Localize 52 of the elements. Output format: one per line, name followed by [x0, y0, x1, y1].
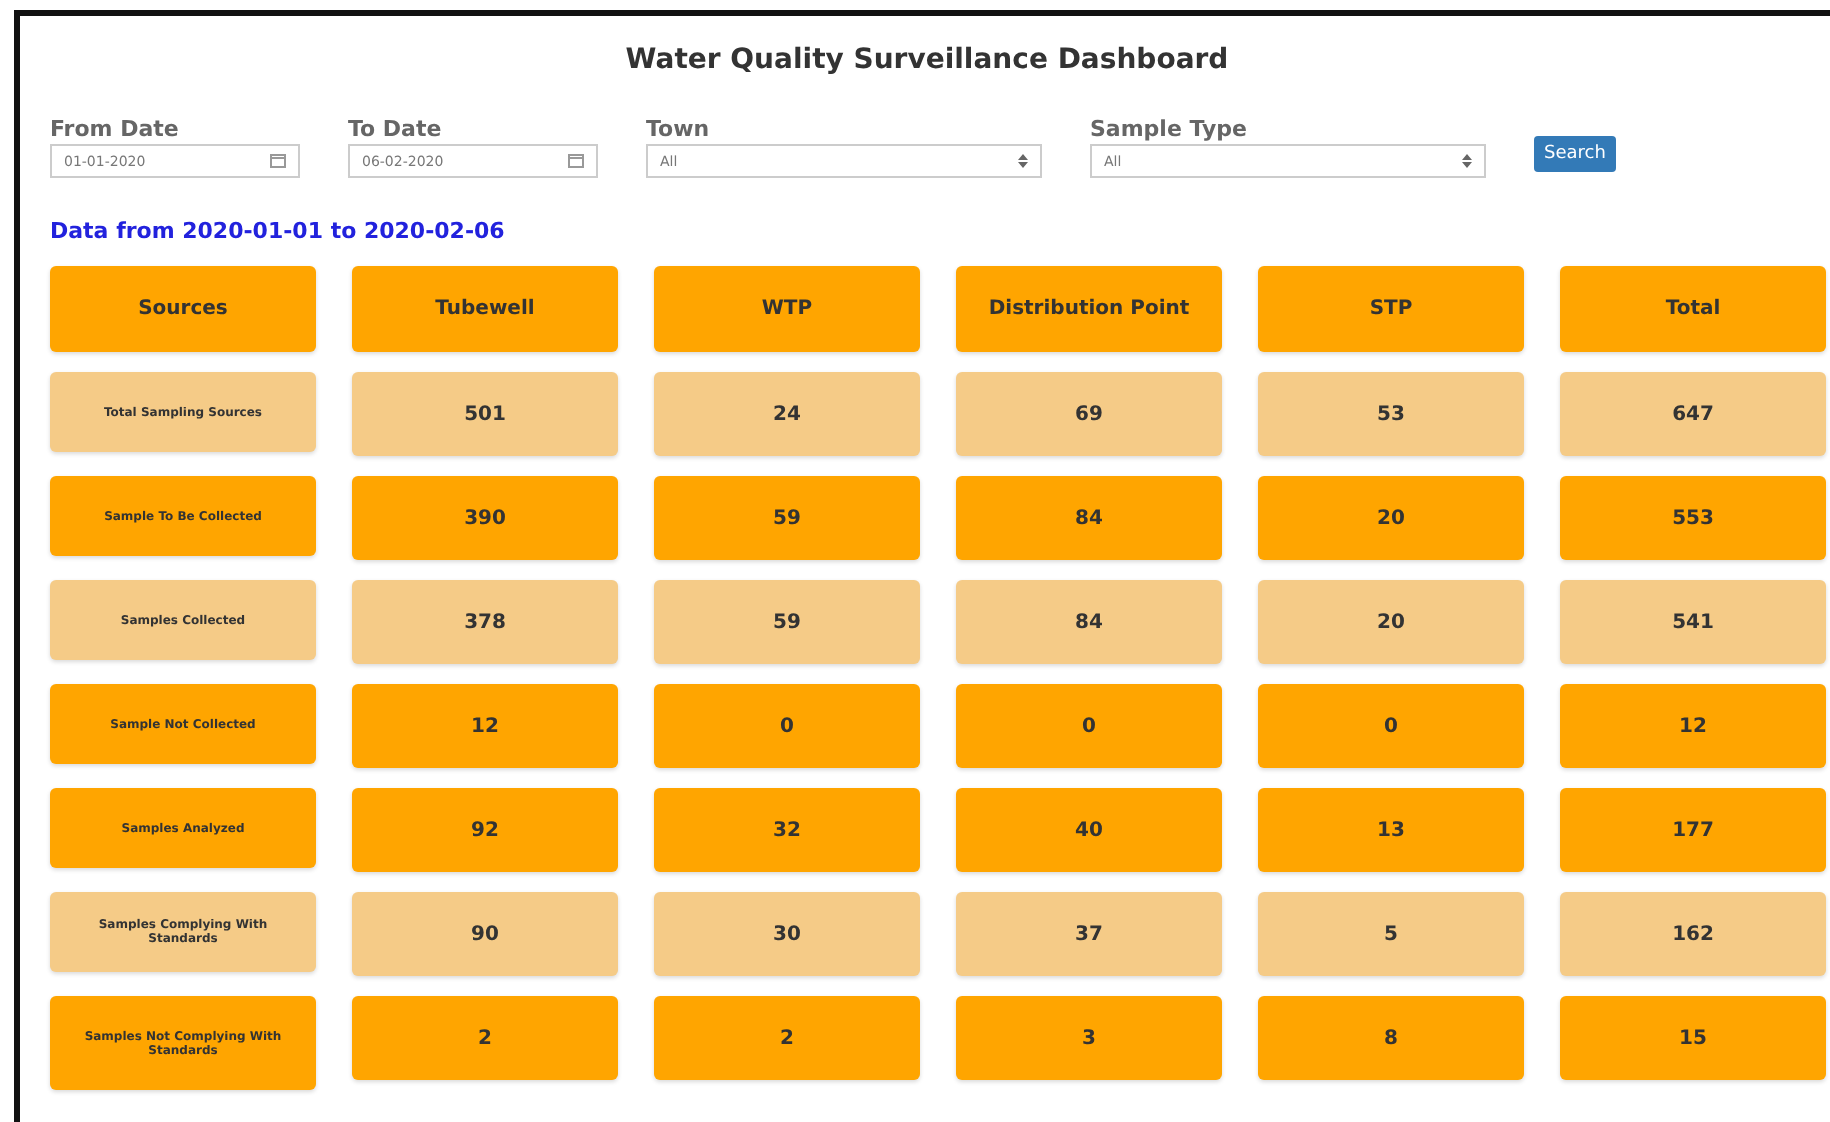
table-cell: 20: [1258, 476, 1524, 560]
table-cell: 647: [1560, 372, 1826, 456]
table-cell: 162: [1560, 892, 1826, 976]
dashboard-title: Water Quality Surveillance Dashboard: [623, 44, 1231, 76]
table-cell: 553: [1560, 476, 1826, 560]
table-cell: 5: [1258, 892, 1524, 976]
table-cell: 378: [352, 580, 618, 664]
table-cell: 32: [654, 788, 920, 872]
table-cell: 390: [352, 476, 618, 560]
table-cell: 30: [654, 892, 920, 976]
table-cell: 2: [654, 996, 920, 1080]
table-cell: 20: [1258, 580, 1524, 664]
table-cell: 3: [956, 996, 1222, 1080]
table-cell: 12: [352, 684, 618, 768]
column-header: WTP: [654, 266, 920, 352]
column-header: Total: [1560, 266, 1826, 352]
table-cell: 8: [1258, 996, 1524, 1080]
filter-label: Town: [646, 116, 712, 142]
filter-label: To Date: [348, 116, 444, 142]
table-cell: 13: [1258, 788, 1524, 872]
sort-icon: [1462, 154, 1472, 168]
calendar-icon[interactable]: [568, 154, 584, 168]
calendar-icon[interactable]: [270, 154, 286, 168]
table-cell: 37: [956, 892, 1222, 976]
table-cell: 0: [654, 684, 920, 768]
table-cell: 0: [956, 684, 1222, 768]
sort-icon: [1018, 154, 1028, 168]
table-cell: 2: [352, 996, 618, 1080]
table-cell: 92: [352, 788, 618, 872]
table-cell: 59: [654, 580, 920, 664]
table-cell: 24: [654, 372, 920, 456]
table-cell: 90: [352, 892, 618, 976]
table-cell: 541: [1560, 580, 1826, 664]
table-cell: 53: [1258, 372, 1524, 456]
table-cell: 15: [1560, 996, 1826, 1080]
search-button[interactable]: Search: [1534, 136, 1616, 172]
table-cell: 40: [956, 788, 1222, 872]
table-cell: 501: [352, 372, 618, 456]
column-header: Tubewell: [352, 266, 618, 352]
table-cell: 177: [1560, 788, 1826, 872]
table-cell: 84: [956, 476, 1222, 560]
table-cell: 84: [956, 580, 1222, 664]
table-cell: 69: [956, 372, 1222, 456]
table-cell: 12: [1560, 684, 1826, 768]
table-cell: 0: [1258, 684, 1524, 768]
filter-label: Sample Type: [1090, 116, 1249, 142]
filter-label: From Date: [50, 116, 181, 142]
table-cell: 59: [654, 476, 920, 560]
column-header: STP: [1258, 266, 1524, 352]
date-range-text: Data from 2020-01-01 to 2020-02-06: [50, 218, 507, 244]
column-header: Distribution Point: [956, 266, 1222, 352]
column-header: Sources: [50, 266, 316, 352]
